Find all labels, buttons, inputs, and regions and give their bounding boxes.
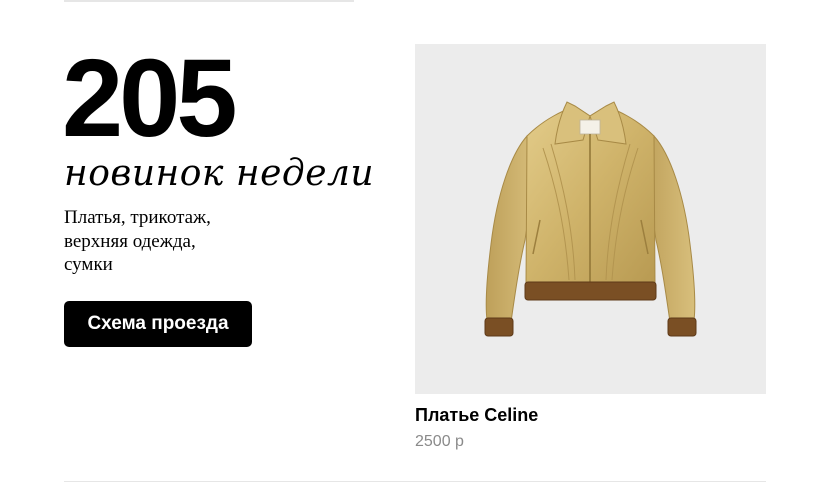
categories-line: верхняя одежда, — [64, 230, 196, 252]
new-items-subtitle: новинок недели — [64, 153, 375, 194]
route-map-button[interactable]: Схема проезда — [64, 301, 252, 347]
top-divider — [64, 0, 354, 2]
product-image[interactable] — [415, 44, 766, 394]
product-name[interactable]: Платье Celine — [415, 404, 766, 426]
product-price: 2500 р — [415, 433, 464, 450]
categories-line: Платья, трикотаж, — [64, 207, 211, 228]
gold-leather-jacket-image — [484, 101, 697, 337]
categories-line: сумки — [64, 254, 113, 275]
categories-list: Платья, трикотаж, верхняя одежда, сумки — [64, 206, 324, 277]
product-card[interactable]: Платье Celine 2500 р — [415, 44, 766, 452]
new-items-count: 205 — [62, 37, 238, 160]
